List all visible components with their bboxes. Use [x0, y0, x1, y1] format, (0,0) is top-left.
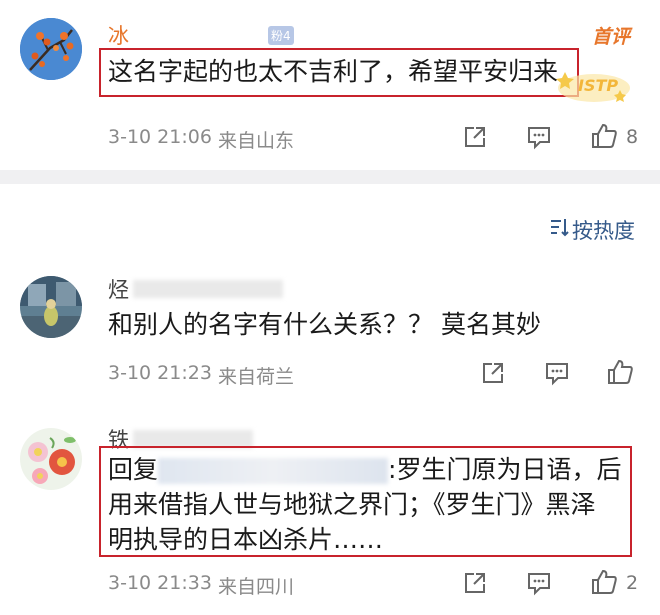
reply-prefix: 回复 — [108, 455, 159, 484]
comment-text: 这名字起的也太不吉利了，希望平安归来 — [108, 57, 559, 86]
comment-text-line2: 用来借指人世与地狱之界门；《罗生门》黑泽 — [108, 490, 596, 519]
comment-text-line3: 明执导的日本凶杀片…… — [108, 525, 384, 554]
comment-icon[interactable] — [526, 124, 552, 154]
obscured-mention[interactable] — [158, 458, 389, 484]
comment-location: 来自四川 — [218, 576, 295, 598]
sort-by-heat[interactable]: 按热度 — [572, 215, 635, 245]
username[interactable]: 冰 — [108, 20, 129, 50]
share-icon[interactable] — [462, 570, 488, 600]
avatar[interactable] — [20, 428, 82, 490]
istp-sticker-text: ISTP — [578, 76, 619, 95]
comment-time: 3-10 21:33 — [108, 572, 212, 594]
like-icon[interactable] — [590, 122, 618, 154]
reply-text-start: :罗生门原为日语，后 — [388, 455, 622, 484]
share-icon[interactable] — [480, 360, 506, 390]
featured-badge: 首评 — [592, 26, 631, 48]
like-count: 2 — [626, 572, 639, 594]
sort-icon[interactable] — [548, 216, 570, 242]
comment-location: 来自荷兰 — [218, 366, 295, 388]
comment-icon[interactable] — [526, 570, 552, 600]
like-count: 8 — [626, 126, 639, 148]
obscured-username — [133, 280, 283, 298]
comment-time: 3-10 21:06 — [108, 126, 212, 148]
comment-icon[interactable] — [544, 360, 570, 390]
section-divider — [0, 170, 660, 184]
comment-location: 来自山东 — [218, 130, 295, 152]
username[interactable]: 烃 — [108, 274, 129, 304]
istp-sticker: ISTP — [548, 64, 638, 108]
comment-time: 3-10 21:23 — [108, 362, 212, 384]
like-icon[interactable] — [606, 358, 634, 390]
avatar[interactable] — [20, 276, 82, 338]
fan-badge: 粉4 — [268, 26, 294, 45]
comment-text: 和别人的名字有什么关系？？ 莫名其妙 — [108, 310, 541, 339]
avatar[interactable] — [20, 18, 82, 80]
share-icon[interactable] — [462, 124, 488, 154]
comment-text-line1: 回复 :罗生门原为日语，后 — [108, 452, 621, 488]
like-icon[interactable] — [590, 568, 618, 600]
